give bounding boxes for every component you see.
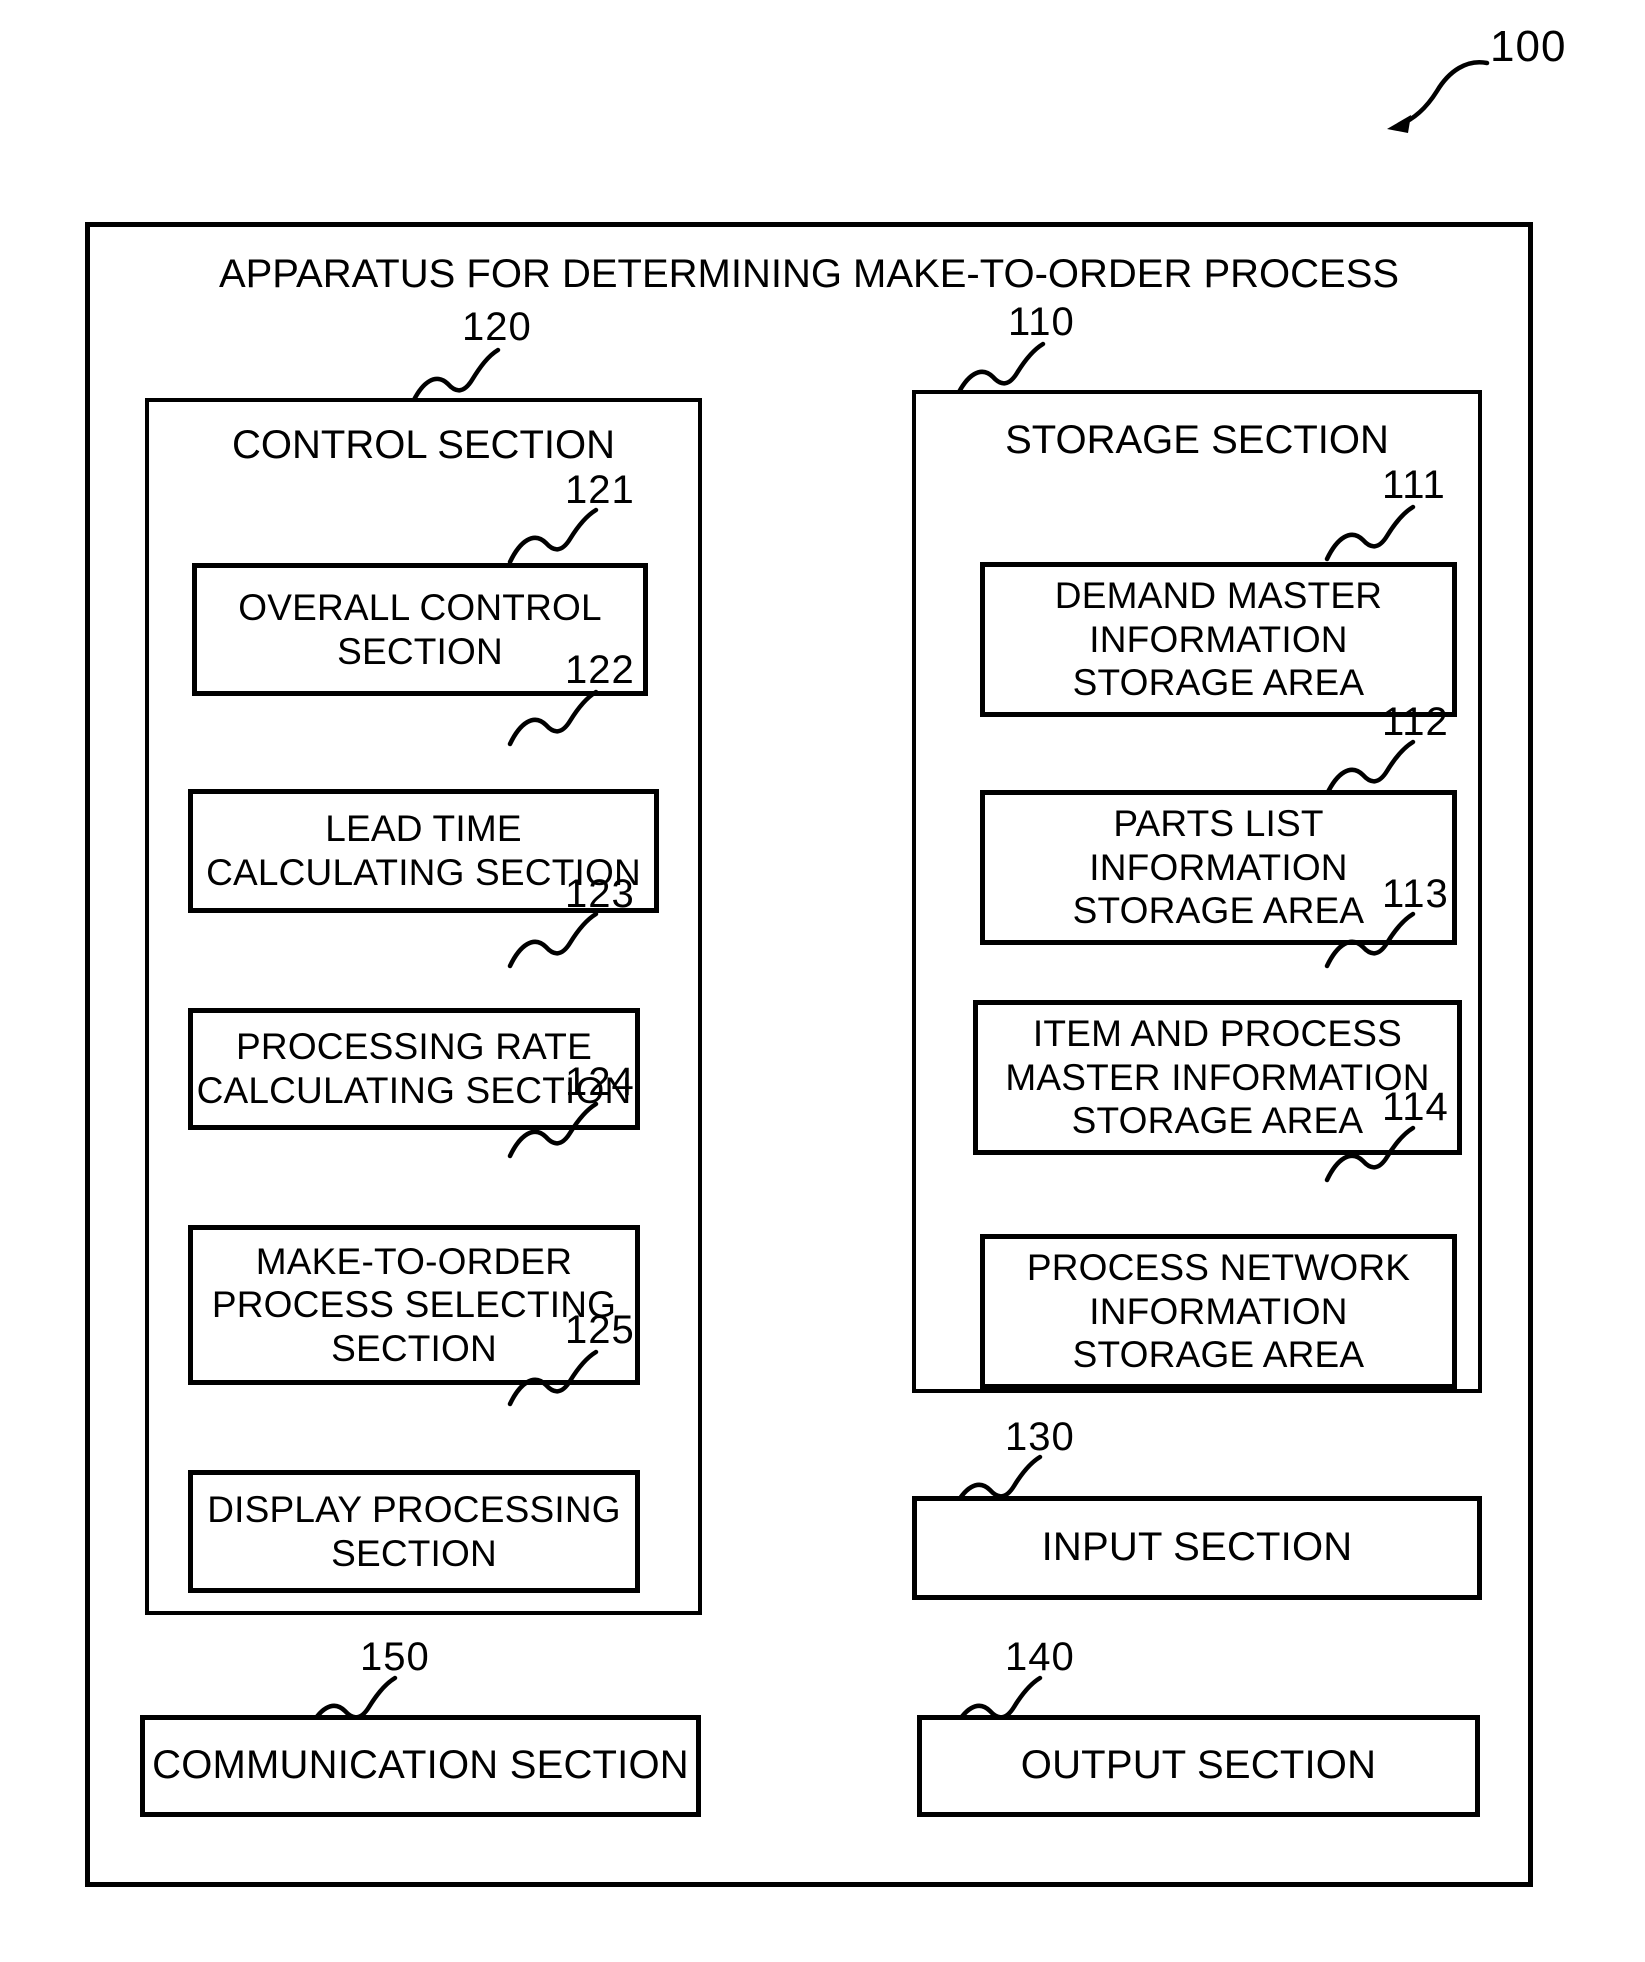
ref-numeral-120: 120 — [462, 305, 532, 349]
ref-numeral-100: 100 — [1490, 22, 1567, 71]
display-processing-section-label: DISPLAY PROCESSING SECTION — [207, 1488, 621, 1574]
apparatus-title: APPARATUS FOR DETERMINING MAKE-TO-ORDER … — [218, 252, 1400, 296]
ref-numeral-121: 121 — [565, 468, 635, 512]
ref-numeral-123: 123 — [565, 872, 635, 916]
input-section-box: INPUT SECTION — [912, 1496, 1482, 1600]
ref-numeral-125: 125 — [565, 1308, 635, 1352]
make-to-order-process-selecting-section-label: MAKE-TO-ORDER PROCESS SELECTING SECTION — [211, 1240, 617, 1369]
demand-master-information-storage-area-box: DEMAND MASTER INFORMATION STORAGE AREA — [980, 562, 1457, 717]
control-section-title: CONTROL SECTION — [232, 423, 615, 467]
ref-numeral-113: 113 — [1382, 872, 1449, 916]
ref-numeral-124: 124 — [565, 1060, 635, 1104]
ref-numeral-140: 140 — [1005, 1635, 1075, 1679]
patent-figure-page: 100 APPARATUS FOR DETERMINING MAKE-TO-OR… — [0, 0, 1645, 1962]
process-network-information-storage-area-box: PROCESS NETWORK INFORMATION STORAGE AREA — [980, 1234, 1457, 1389]
output-section-box: OUTPUT SECTION — [917, 1715, 1480, 1817]
parts-list-information-storage-area-box: PARTS LIST INFORMATION STORAGE AREA — [980, 790, 1457, 945]
ref-numeral-150: 150 — [360, 1635, 430, 1679]
communication-section-label: COMMUNICATION SECTION — [152, 1743, 689, 1788]
item-and-process-master-information-storage-area-box: ITEM AND PROCESS MASTER INFORMATION STOR… — [973, 1000, 1462, 1155]
parts-list-information-storage-area-label: PARTS LIST INFORMATION STORAGE AREA — [1072, 803, 1365, 932]
demand-master-information-storage-area-label: DEMAND MASTER INFORMATION STORAGE AREA — [1054, 575, 1383, 704]
communication-section-box: COMMUNICATION SECTION — [140, 1715, 701, 1817]
ref-numeral-122: 122 — [565, 648, 635, 692]
output-section-label: OUTPUT SECTION — [1020, 1743, 1377, 1788]
item-and-process-master-information-storage-area-label: ITEM AND PROCESS MASTER INFORMATION STOR… — [1005, 1013, 1430, 1142]
ref-numeral-110: 110 — [1008, 300, 1075, 344]
ref-numeral-111: 111 — [1382, 463, 1446, 507]
overall-control-section-label: OVERALL CONTROL SECTION — [238, 586, 602, 672]
ref-numeral-114: 114 — [1382, 1085, 1449, 1129]
ref-numeral-130: 130 — [1005, 1415, 1075, 1459]
ref-100-arrow-icon — [1375, 55, 1505, 135]
display-processing-section-box: DISPLAY PROCESSING SECTION — [188, 1470, 640, 1593]
input-section-label: INPUT SECTION — [1041, 1525, 1353, 1570]
process-network-information-storage-area-label: PROCESS NETWORK INFORMATION STORAGE AREA — [1026, 1247, 1411, 1376]
storage-section-title: STORAGE SECTION — [1005, 418, 1389, 462]
make-to-order-process-selecting-section-box: MAKE-TO-ORDER PROCESS SELECTING SECTION — [188, 1225, 640, 1385]
ref-numeral-112: 112 — [1382, 700, 1449, 744]
